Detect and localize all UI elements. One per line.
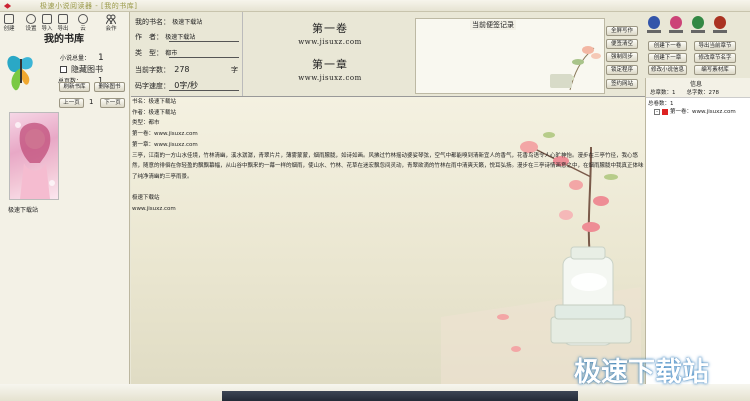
avatar-label: [647, 30, 661, 33]
hide-books-checkbox[interactable]: 隐藏图书: [60, 64, 104, 75]
current-page: 1: [89, 98, 94, 106]
fullscreen-write-button[interactable]: 全屏写作: [606, 26, 638, 36]
wordcount-value: 278: [174, 65, 190, 74]
avatar-3[interactable]: [692, 16, 704, 29]
content-line: www.jisuxz.com: [132, 206, 176, 213]
content-line: 第一卷：www.jisuxz.com: [132, 131, 198, 138]
underline: [169, 41, 239, 42]
content-line: 类型：都市: [132, 120, 160, 127]
chapter-info: 第一卷 www.jisuxz.com 第一章 www.jisuxz.com: [250, 14, 410, 94]
create-next-volume-button[interactable]: 创建下一卷: [648, 41, 687, 51]
avatar-1[interactable]: [648, 16, 660, 29]
content-line: 然，随意的徘徊在你轻盈的飘飘幕幅，从山谷中飘来的一幕一样的烟雨，使山水、竹林、花…: [132, 163, 644, 170]
tree-item[interactable]: - 第一卷：www.jisuxz.com: [654, 107, 736, 115]
flower-icon: [550, 46, 601, 91]
checkbox-box[interactable]: [60, 66, 67, 73]
butterfly-icon: [7, 55, 33, 91]
toolbar-cloud-button[interactable]: 云: [72, 14, 94, 32]
watermark: 极速下载站: [574, 357, 709, 388]
rename-chapter-button[interactable]: 修改章节名字: [694, 53, 736, 63]
avatar-label: [691, 30, 705, 33]
book-caption: 极速下载站: [8, 207, 39, 214]
book-name-row: 我的书名： 极速下载站: [135, 18, 203, 26]
export-chapter-button[interactable]: 导出当前章节: [694, 41, 736, 51]
expand-icon[interactable]: -: [654, 108, 660, 115]
toolbar-export-button[interactable]: 导出: [56, 14, 70, 32]
prev-page-button[interactable]: 上一页: [59, 98, 84, 108]
import-icon: [42, 14, 52, 24]
content-line: 书名：极速下载站: [132, 99, 177, 105]
speed-value: 0字/秒: [174, 81, 199, 90]
content-line: 作者：极速下载站: [132, 109, 177, 116]
delete-book-button[interactable]: 删除图书: [94, 82, 125, 92]
book-name-value: 极速下载站: [172, 19, 203, 26]
book-cover-art-icon: [15, 122, 55, 199]
chapter-tree-panel: 信息 总章数：1 总字数：278 总卷数：1 - 第一卷：www.jisuxz.c…: [645, 78, 750, 384]
library-title: 我的书库: [44, 34, 84, 45]
clear-notes-button[interactable]: 便签清空: [606, 39, 638, 49]
tree-header-stats: 总章数：1 总字数：278: [650, 90, 719, 96]
author-value: 极速下载站: [165, 34, 196, 41]
book-icon: [662, 108, 668, 115]
force-sync-button[interactable]: 强制同步: [606, 52, 638, 62]
avatar-label: [669, 30, 683, 33]
total-count: 1: [97, 53, 104, 63]
volume-url: www.jisuxz.com: [298, 38, 362, 46]
notes-title: 当前便签记录: [470, 20, 516, 30]
app-logo-icon: [3, 3, 12, 9]
tree-root[interactable]: 总卷数：1: [648, 99, 736, 107]
material-library-button[interactable]: 编写素材库: [694, 65, 736, 75]
window-title: 极速小说阅读器 - [我的书库]: [40, 2, 138, 10]
lock-program-button[interactable]: 锁定程序: [606, 65, 638, 75]
edit-novel-info-button[interactable]: 修改小说信息: [648, 65, 687, 75]
progress-bar: [222, 391, 578, 401]
content-line: 了纯净清幽的三亭雨景。: [132, 173, 193, 180]
underline: [169, 57, 239, 58]
library-panel: 创建 设置 导入 导出 云 会作 我的书库 小说总量： 1 隐藏图书 总页数： …: [0, 12, 130, 384]
content-line: 三亭，江南的一方山水佳境，竹林清幽，溪水潺潺，青翠片片，薄雾蒙蒙，烟雨朦胧，如诗…: [132, 152, 639, 159]
toolbar-create-button[interactable]: 创建: [2, 14, 16, 32]
type-value: 都市: [165, 50, 178, 57]
book-cover[interactable]: [9, 112, 59, 200]
chapter-title: 第一章: [312, 58, 348, 71]
create-next-chapter-button[interactable]: 创建下一章: [648, 53, 687, 63]
chapter-tree[interactable]: 总卷数：1 - 第一卷：www.jisuxz.com: [648, 99, 736, 115]
tree-header: 信息 总章数：1 总字数：278: [646, 78, 750, 98]
book-info: 我的书名： 极速下载站 作 者： 极速下载站 类 型： 都市 当前字数： 278…: [131, 12, 243, 96]
editor-area[interactable]: 书名：极速下载站 作者：极速下载站 类型：都市 第一卷：www.jisuxz.c…: [131, 97, 645, 384]
gear-icon: [26, 14, 36, 24]
people-icon: [105, 14, 117, 25]
avatar-2[interactable]: [670, 16, 682, 29]
refresh-icon: [78, 14, 88, 24]
next-page-button[interactable]: 下一页: [100, 98, 125, 108]
content-text: 书名：极速下载站 作者：极速下载站 类型：都市 第一卷：www.jisuxz.c…: [132, 97, 644, 215]
title-bar: 极速小说阅读器 - [我的书库]: [0, 0, 750, 12]
refresh-library-button[interactable]: 刷新书库: [59, 82, 90, 92]
tree-header-title: 信息: [690, 81, 703, 88]
volume-title: 第一卷: [312, 22, 348, 35]
export-icon: [58, 14, 68, 24]
divider: [242, 12, 243, 96]
sign-site-button[interactable]: 签约网站: [606, 79, 638, 89]
chapter-url: www.jisuxz.com: [298, 74, 362, 82]
avatar-label: [713, 30, 727, 33]
toolbar-import-button[interactable]: 导入: [40, 14, 54, 32]
toolbar-settings-button[interactable]: 设置: [24, 14, 38, 32]
content-line: 第一章：www.jisuxz.com: [132, 141, 198, 148]
avatar-4[interactable]: [714, 16, 726, 29]
underline: [169, 90, 239, 91]
content-line: [132, 183, 644, 194]
wordcount-row: 当前字数： 278 字: [135, 65, 238, 74]
content-line: 极速下载站: [132, 195, 160, 202]
toolbar-collab-button[interactable]: 会作: [98, 14, 124, 32]
create-icon: [4, 14, 14, 24]
